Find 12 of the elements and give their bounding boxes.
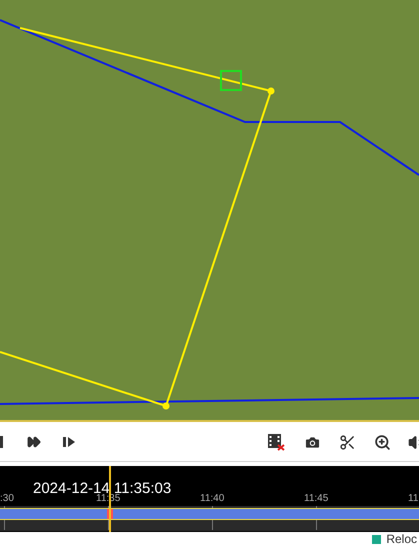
- scissors-icon: [338, 434, 356, 450]
- clip-delete-button[interactable]: [266, 432, 286, 452]
- time-label: :30: [0, 494, 14, 504]
- fast-forward-icon: [27, 435, 41, 449]
- zoom-in-icon: [374, 434, 390, 450]
- zoom-in-button[interactable]: [372, 432, 392, 452]
- film-strip-icon: [267, 433, 285, 451]
- legend-label: Reloc: [386, 533, 417, 545]
- time-label: 11: [408, 494, 418, 504]
- time-label: 11:40: [200, 494, 224, 504]
- step-forward-icon: [62, 435, 76, 449]
- time-label: 11:45: [304, 494, 328, 504]
